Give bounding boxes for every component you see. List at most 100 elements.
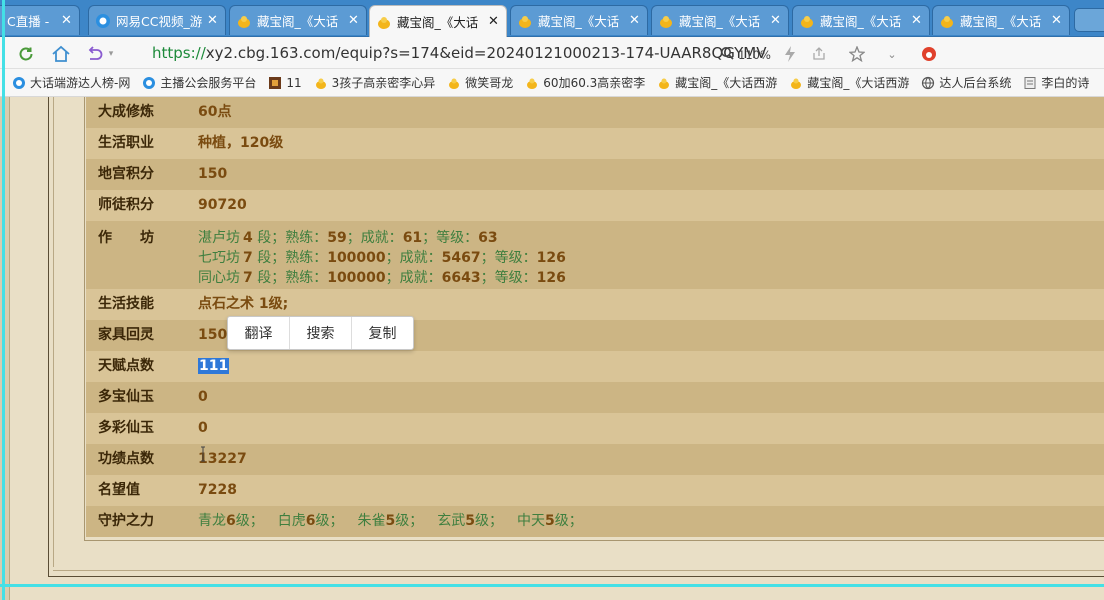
guardian-suffix: 级； [554, 513, 583, 529]
bookmark-item[interactable]: 藏宝阁_《大话西游 [789, 74, 909, 91]
bookmark-label: 大话端游达人榜-网 [30, 76, 131, 90]
tab-1[interactable]: 网易CC视频_游 ✕ [88, 5, 226, 35]
workshop-list: 湛卢坊 4 段；熟练：59；成就：61；等级：63 七巧坊 7 段；熟练：100000… [186, 228, 566, 289]
workshop-field: 100000 [327, 270, 386, 286]
bookmark-item[interactable]: 3孩子高亲密李心异 [314, 74, 436, 91]
table-row: 生活职业 种植，120级 [86, 128, 1104, 159]
cbg-icon [517, 13, 533, 29]
cbg-icon [789, 76, 803, 90]
lightning-icon[interactable] [781, 45, 799, 63]
workshop-field: 成就： [399, 270, 442, 286]
close-icon[interactable]: ✕ [629, 14, 641, 27]
guardian-item: 中天5级； [517, 513, 583, 529]
guardian-list: 青龙6级； 白虎6级； 朱雀5级； 玄武5级； 中天5级； [186, 506, 597, 537]
row-label: 天赋点数 [98, 358, 154, 374]
workshop-field: 七巧坊 [198, 250, 240, 266]
table-row: 功绩点数 13227 [86, 444, 1104, 475]
guardian-name: 中天 [517, 513, 545, 529]
guardian-suffix: 级； [315, 513, 344, 529]
row-label: 地宫积分 [98, 166, 154, 182]
row-value: 0 [198, 420, 208, 436]
share-icon[interactable] [810, 45, 828, 63]
table-row: 名望值 7228 [86, 475, 1104, 506]
search-button[interactable]: 搜索 [290, 317, 352, 349]
url-rest: xy2.cbg.163.com/equip?s=174&eid=20240121… [205, 44, 767, 62]
copy-button[interactable]: 复制 [352, 317, 413, 349]
tab-3-active[interactable]: 藏宝阁_《大话 ✕ [369, 5, 507, 37]
bookmark-label: 11 [286, 75, 302, 90]
bookmark-item[interactable]: 大话端游达人榜-网 [12, 74, 130, 91]
new-tab-button[interactable] [1074, 8, 1104, 32]
frame-border [48, 576, 1104, 577]
cbg-icon [525, 76, 539, 90]
bookmark-item[interactable]: 11 [268, 75, 302, 90]
url-scheme: https:// [152, 44, 206, 62]
workshop-field: 100000 [327, 250, 386, 266]
cbg-icon [314, 76, 328, 90]
table-row: 作 坊 湛卢坊 4 段；熟练：59；成就：61；等级：63 七巧坊 7 段；熟练：10… [86, 221, 1104, 289]
zoom-indicator[interactable]: 110% [720, 46, 771, 63]
tab-6[interactable]: 藏宝阁_《大话 ✕ [792, 5, 930, 35]
table-row: 师徒积分 90720 [86, 190, 1104, 221]
star-icon[interactable] [848, 45, 866, 63]
bookmark-item[interactable]: 60加60.3高亲密李 [525, 74, 645, 91]
row-value: 60点 [198, 104, 232, 120]
tab-0[interactable]: C直播 - ✕ [0, 5, 80, 35]
tab-7[interactable]: 藏宝阁_《大话 ✕ [932, 5, 1070, 35]
workshop-field: 等级： [494, 250, 537, 266]
selected-text[interactable]: 111 [198, 358, 230, 374]
bookmark-item[interactable]: 藏宝阁_《大话西游 [657, 74, 777, 91]
cc-icon [142, 76, 156, 90]
guardian-name: 朱雀 [357, 513, 386, 529]
cc-icon [95, 13, 111, 29]
tab-5[interactable]: 藏宝阁_《大话 ✕ [651, 5, 789, 35]
frame-border [53, 97, 54, 567]
bookmark-item[interactable]: 主播公会服务平台 [142, 74, 256, 91]
tab-title: C直播 - [7, 14, 50, 29]
tab-title: 藏宝阁_《大话 [397, 15, 479, 30]
cbg-icon [376, 14, 392, 30]
tab-title: 藏宝阁_《大话 [538, 14, 620, 29]
close-icon[interactable]: ✕ [207, 14, 219, 27]
frame-border [84, 97, 85, 541]
refresh-icon[interactable] [15, 43, 37, 65]
bookmark-label: 3孩子高亲密李心异 [331, 76, 436, 90]
weibo-icon[interactable] [920, 45, 938, 63]
chevron-down-icon[interactable]: ▾ [105, 43, 117, 65]
close-icon[interactable]: ✕ [348, 14, 360, 27]
bookmark-item[interactable]: 李白的诗 [1023, 74, 1089, 91]
bookmark-item[interactable]: 达人后台系统 [921, 74, 1011, 91]
guardian-name: 玄武 [437, 513, 466, 529]
undo-icon[interactable] [84, 43, 106, 65]
bookmark-label: 藏宝阁_《大话西游 [807, 76, 910, 90]
address-url[interactable]: https://xy2.cbg.163.com/equip?s=174&eid=… [152, 44, 767, 62]
table-row: 多彩仙玉 0 [86, 413, 1104, 444]
recording-frame [2, 0, 5, 600]
close-icon[interactable]: ✕ [61, 14, 73, 27]
close-icon[interactable]: ✕ [488, 15, 500, 28]
workshop-field: 成就： [399, 250, 442, 266]
bookmark-label: 达人后台系统 [939, 76, 1012, 90]
row-label: 师徒积分 [98, 197, 154, 213]
close-icon[interactable]: ✕ [1051, 14, 1063, 27]
game-icon [268, 76, 282, 90]
table-row: 地宫积分 150 [86, 159, 1104, 190]
workshop-field: 湛卢坊 [198, 230, 240, 246]
row-value: 150 [198, 166, 228, 182]
chevron-down-icon[interactable]: ⌄ [883, 45, 901, 63]
home-icon[interactable] [50, 43, 72, 65]
translate-button[interactable]: 翻译 [228, 317, 290, 349]
tab-2[interactable]: 藏宝阁_《大话 ✕ [229, 5, 367, 35]
text-cursor-icon [200, 446, 206, 462]
row-label: 家具回灵 [98, 327, 154, 343]
close-icon[interactable]: ✕ [770, 14, 782, 27]
guardian-item: 白虎6级； [278, 513, 344, 529]
workshop-field: 成就： [360, 230, 403, 246]
row-label: 名望值 [98, 482, 140, 498]
workshop-field: 7 [243, 250, 253, 266]
close-icon[interactable]: ✕ [911, 14, 923, 27]
guardian-suffix: 级； [395, 513, 424, 529]
tab-4[interactable]: 藏宝阁_《大话 ✕ [510, 5, 648, 35]
bookmark-item[interactable]: 微笑哥龙 [447, 74, 513, 91]
bookmark-label: 主播公会服务平台 [160, 76, 257, 90]
